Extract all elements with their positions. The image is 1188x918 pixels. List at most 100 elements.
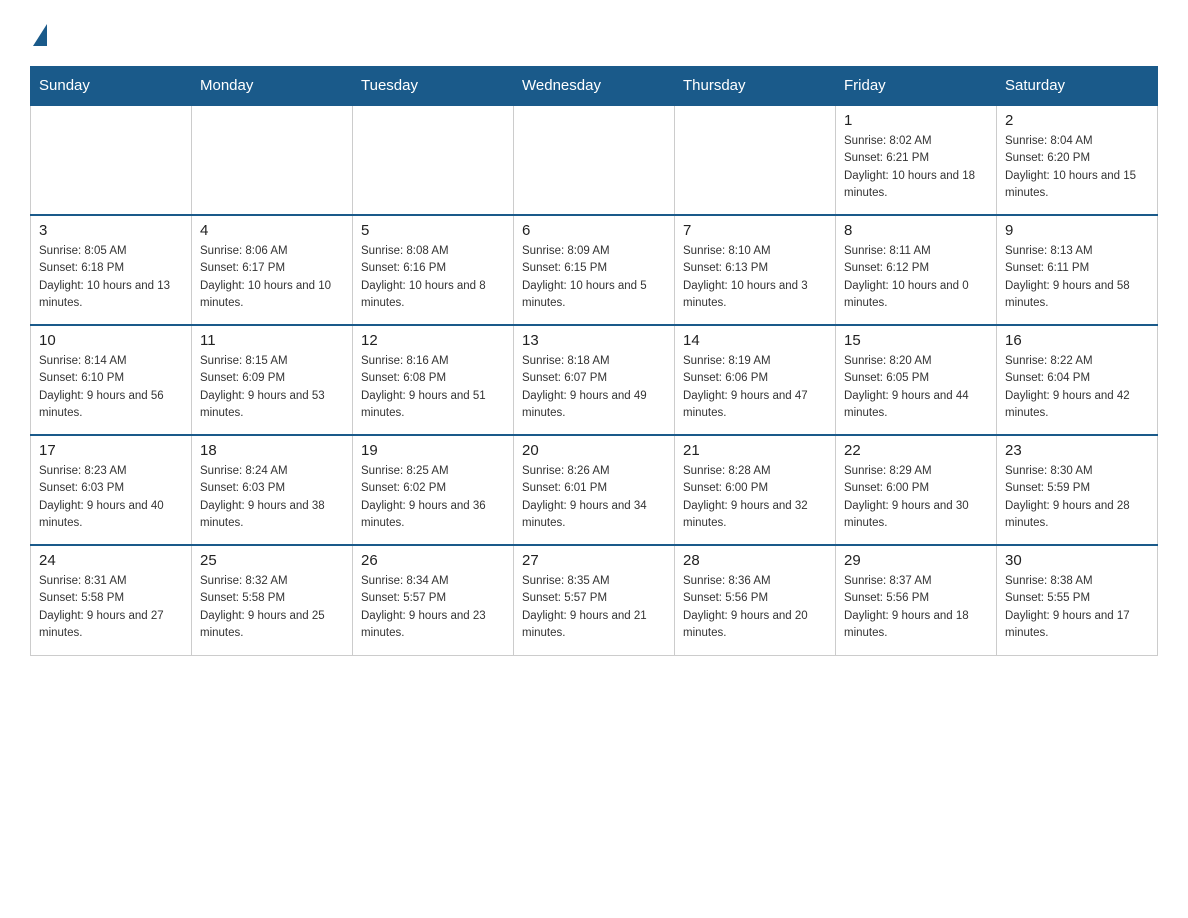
calendar-cell: 2 Sunrise: 8:04 AMSunset: 6:20 PMDaylight… (997, 105, 1158, 215)
cell-info: Sunrise: 8:37 AMSunset: 5:56 PMDaylight:… (844, 573, 988, 642)
header-wednesday: Wednesday (514, 67, 675, 106)
cell-info: Sunrise: 8:11 AMSunset: 6:12 PMDaylight:… (844, 243, 988, 312)
calendar-cell: 10 Sunrise: 8:14 AMSunset: 6:10 PMDayligh… (31, 325, 192, 435)
day-number: 26 (361, 552, 505, 569)
cell-info: Sunrise: 8:32 AMSunset: 5:58 PMDaylight:… (200, 573, 344, 642)
header-tuesday: Tuesday (353, 67, 514, 106)
cell-info: Sunrise: 8:09 AMSunset: 6:15 PMDaylight:… (522, 243, 666, 312)
cell-info: Sunrise: 8:36 AMSunset: 5:56 PMDaylight:… (683, 573, 827, 642)
calendar-cell: 16 Sunrise: 8:22 AMSunset: 6:04 PMDayligh… (997, 325, 1158, 435)
day-number: 12 (361, 332, 505, 349)
cell-info: Sunrise: 8:10 AMSunset: 6:13 PMDaylight:… (683, 243, 827, 312)
calendar-cell: 25 Sunrise: 8:32 AMSunset: 5:58 PMDayligh… (192, 545, 353, 655)
day-number: 13 (522, 332, 666, 349)
day-number: 16 (1005, 332, 1149, 349)
day-number: 18 (200, 442, 344, 459)
logo-triangle-icon (33, 24, 47, 46)
cell-info: Sunrise: 8:18 AMSunset: 6:07 PMDaylight:… (522, 353, 666, 422)
calendar-cell: 27 Sunrise: 8:35 AMSunset: 5:57 PMDayligh… (514, 545, 675, 655)
calendar-cell: 17 Sunrise: 8:23 AMSunset: 6:03 PMDayligh… (31, 435, 192, 545)
calendar-cell: 14 Sunrise: 8:19 AMSunset: 6:06 PMDayligh… (675, 325, 836, 435)
cell-info: Sunrise: 8:16 AMSunset: 6:08 PMDaylight:… (361, 353, 505, 422)
calendar-cell: 11 Sunrise: 8:15 AMSunset: 6:09 PMDayligh… (192, 325, 353, 435)
calendar-cell: 18Sunrise: 8:24 AMSunset: 6:03 PMDayligh… (192, 435, 353, 545)
calendar-cell: 5 Sunrise: 8:08 AMSunset: 6:16 PMDaylight… (353, 215, 514, 325)
cell-info: Sunrise: 8:20 AMSunset: 6:05 PMDaylight:… (844, 353, 988, 422)
day-number: 10 (39, 332, 183, 349)
cell-info: Sunrise: 8:38 AMSunset: 5:55 PMDaylight:… (1005, 573, 1149, 642)
day-number: 2 (1005, 112, 1149, 129)
calendar-cell: 3 Sunrise: 8:05 AMSunset: 6:18 PMDaylight… (31, 215, 192, 325)
calendar-cell (514, 105, 675, 215)
cell-info: Sunrise: 8:29 AMSunset: 6:00 PMDaylight:… (844, 463, 988, 532)
calendar-cell: 13 Sunrise: 8:18 AMSunset: 6:07 PMDayligh… (514, 325, 675, 435)
cell-info: Sunrise: 8:08 AMSunset: 6:16 PMDaylight:… (361, 243, 505, 312)
calendar-cell: 28 Sunrise: 8:36 AMSunset: 5:56 PMDayligh… (675, 545, 836, 655)
calendar-cell: 12 Sunrise: 8:16 AMSunset: 6:08 PMDayligh… (353, 325, 514, 435)
calendar-cell: 9 Sunrise: 8:13 AMSunset: 6:11 PMDaylight… (997, 215, 1158, 325)
header-thursday: Thursday (675, 67, 836, 106)
calendar-cell (31, 105, 192, 215)
calendar-cell: 15Sunrise: 8:20 AMSunset: 6:05 PMDayligh… (836, 325, 997, 435)
calendar-cell: 30 Sunrise: 8:38 AMSunset: 5:55 PMDayligh… (997, 545, 1158, 655)
cell-info: Sunrise: 8:35 AMSunset: 5:57 PMDaylight:… (522, 573, 666, 642)
cell-info: Sunrise: 8:19 AMSunset: 6:06 PMDaylight:… (683, 353, 827, 422)
calendar-cell: 8 Sunrise: 8:11 AMSunset: 6:12 PMDaylight… (836, 215, 997, 325)
calendar-table: Sunday Monday Tuesday Wednesday Thursday… (30, 66, 1158, 656)
calendar-cell (675, 105, 836, 215)
day-number: 7 (683, 222, 827, 239)
day-number: 22 (844, 442, 988, 459)
cell-info: Sunrise: 8:05 AMSunset: 6:18 PMDaylight:… (39, 243, 183, 312)
calendar-cell: 4 Sunrise: 8:06 AMSunset: 6:17 PMDaylight… (192, 215, 353, 325)
calendar-week-row: 3 Sunrise: 8:05 AMSunset: 6:18 PMDaylight… (31, 215, 1158, 325)
day-number: 6 (522, 222, 666, 239)
calendar-week-row: 10 Sunrise: 8:14 AMSunset: 6:10 PMDayligh… (31, 325, 1158, 435)
day-number: 17 (39, 442, 183, 459)
day-number: 30 (1005, 552, 1149, 569)
calendar-cell: 20Sunrise: 8:26 AMSunset: 6:01 PMDayligh… (514, 435, 675, 545)
calendar-cell: 6 Sunrise: 8:09 AMSunset: 6:15 PMDaylight… (514, 215, 675, 325)
cell-info: Sunrise: 8:14 AMSunset: 6:10 PMDaylight:… (39, 353, 183, 422)
calendar-cell: 26 Sunrise: 8:34 AMSunset: 5:57 PMDayligh… (353, 545, 514, 655)
cell-info: Sunrise: 8:04 AMSunset: 6:20 PMDaylight:… (1005, 133, 1149, 202)
day-number: 28 (683, 552, 827, 569)
weekday-header-row: Sunday Monday Tuesday Wednesday Thursday… (31, 67, 1158, 106)
logo (30, 20, 47, 46)
day-number: 21 (683, 442, 827, 459)
day-number: 27 (522, 552, 666, 569)
calendar-cell: 29Sunrise: 8:37 AMSunset: 5:56 PMDayligh… (836, 545, 997, 655)
cell-info: Sunrise: 8:02 AMSunset: 6:21 PMDaylight:… (844, 133, 988, 202)
cell-info: Sunrise: 8:15 AMSunset: 6:09 PMDaylight:… (200, 353, 344, 422)
day-number: 9 (1005, 222, 1149, 239)
calendar-week-row: 17 Sunrise: 8:23 AMSunset: 6:03 PMDayligh… (31, 435, 1158, 545)
calendar-cell: 23Sunrise: 8:30 AMSunset: 5:59 PMDayligh… (997, 435, 1158, 545)
calendar-cell: 7 Sunrise: 8:10 AMSunset: 6:13 PMDaylight… (675, 215, 836, 325)
day-number: 14 (683, 332, 827, 349)
cell-info: Sunrise: 8:06 AMSunset: 6:17 PMDaylight:… (200, 243, 344, 312)
cell-info: Sunrise: 8:23 AMSunset: 6:03 PMDaylight:… (39, 463, 183, 532)
header-monday: Monday (192, 67, 353, 106)
calendar-cell: 21Sunrise: 8:28 AMSunset: 6:00 PMDayligh… (675, 435, 836, 545)
calendar-cell (353, 105, 514, 215)
cell-info: Sunrise: 8:13 AMSunset: 6:11 PMDaylight:… (1005, 243, 1149, 312)
header-sunday: Sunday (31, 67, 192, 106)
day-number: 11 (200, 332, 344, 349)
calendar-cell: 1Sunrise: 8:02 AMSunset: 6:21 PMDaylight… (836, 105, 997, 215)
calendar-week-row: 1Sunrise: 8:02 AMSunset: 6:21 PMDaylight… (31, 105, 1158, 215)
calendar-week-row: 24 Sunrise: 8:31 AMSunset: 5:58 PMDayligh… (31, 545, 1158, 655)
day-number: 4 (200, 222, 344, 239)
cell-info: Sunrise: 8:31 AMSunset: 5:58 PMDaylight:… (39, 573, 183, 642)
day-number: 3 (39, 222, 183, 239)
cell-info: Sunrise: 8:34 AMSunset: 5:57 PMDaylight:… (361, 573, 505, 642)
calendar-cell: 24 Sunrise: 8:31 AMSunset: 5:58 PMDayligh… (31, 545, 192, 655)
day-number: 8 (844, 222, 988, 239)
day-number: 19 (361, 442, 505, 459)
cell-info: Sunrise: 8:22 AMSunset: 6:04 PMDaylight:… (1005, 353, 1149, 422)
day-number: 20 (522, 442, 666, 459)
day-number: 25 (200, 552, 344, 569)
day-number: 24 (39, 552, 183, 569)
calendar-cell (192, 105, 353, 215)
calendar-cell: 22 Sunrise: 8:29 AMSunset: 6:00 PMDayligh… (836, 435, 997, 545)
day-number: 23 (1005, 442, 1149, 459)
day-number: 5 (361, 222, 505, 239)
